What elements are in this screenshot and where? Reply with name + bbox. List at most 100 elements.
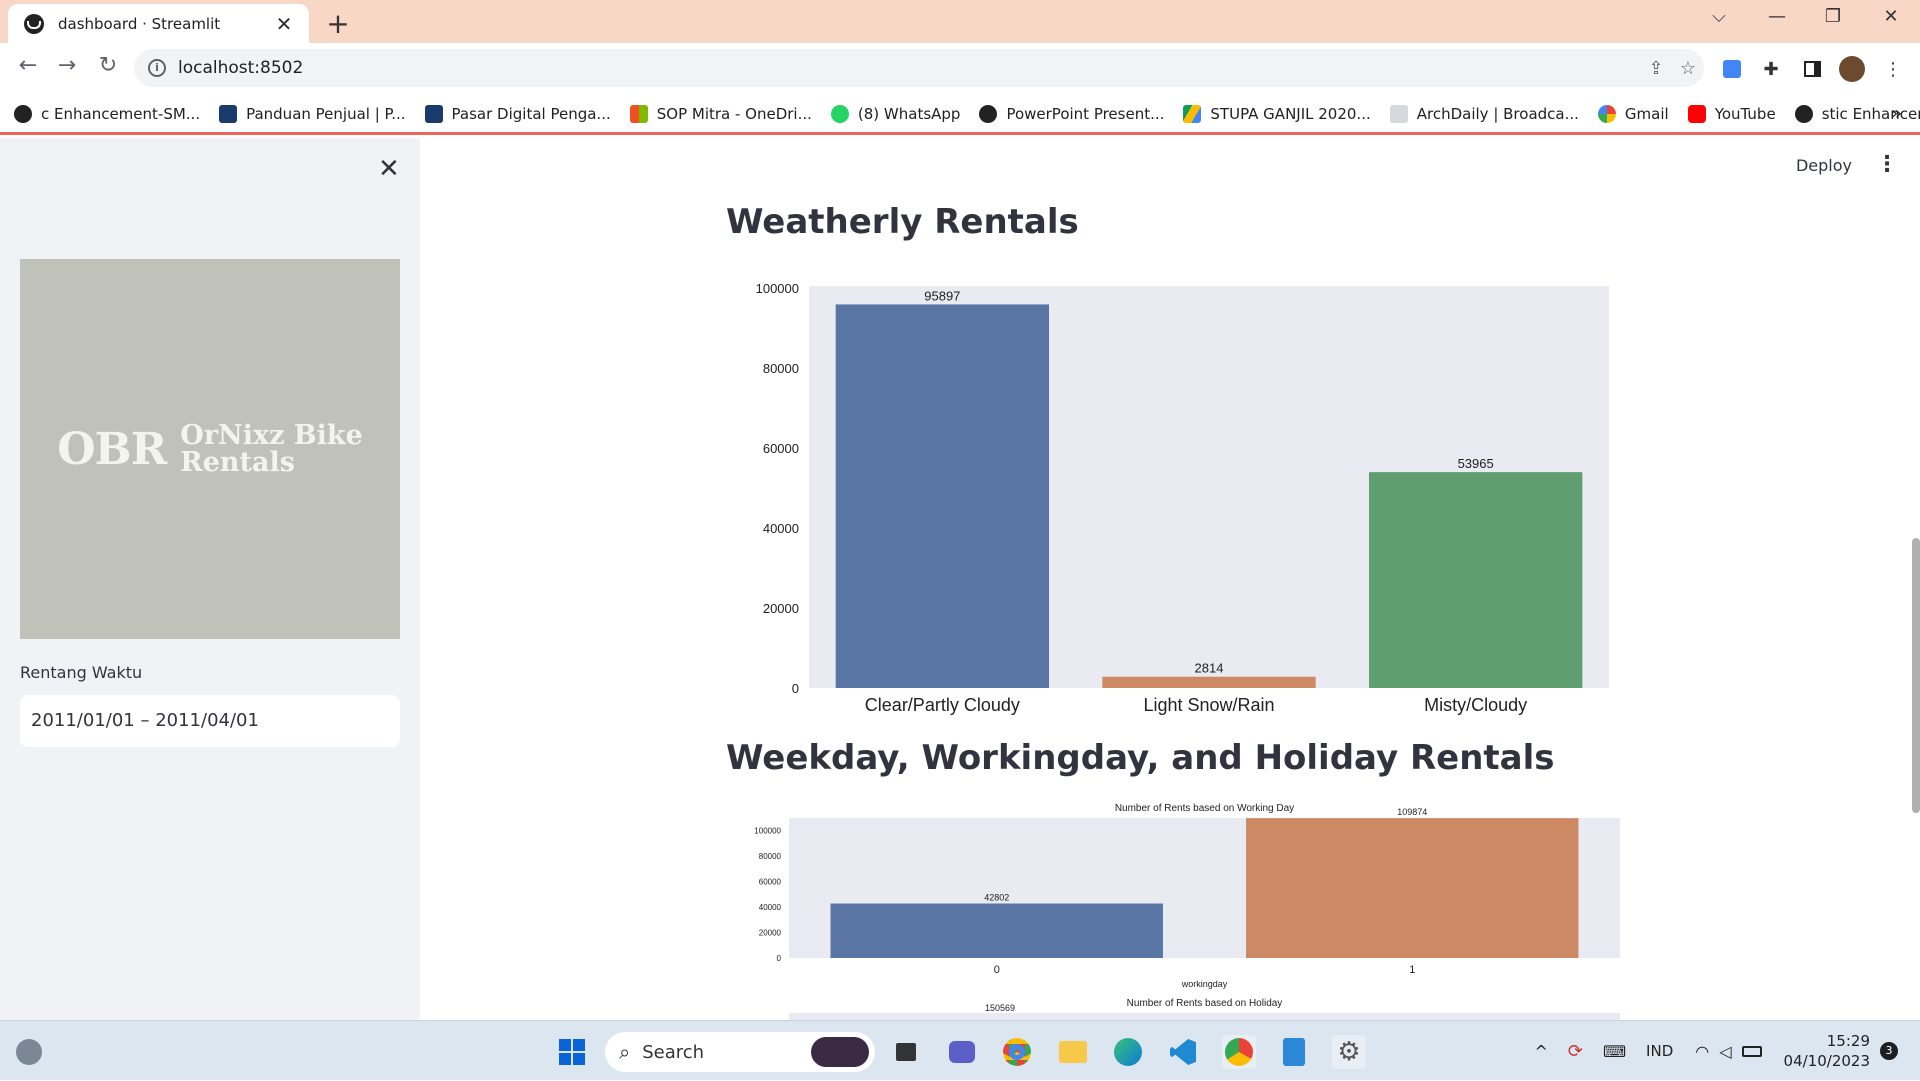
bar — [1369, 472, 1583, 688]
forward-button[interactable]: → — [52, 53, 82, 78]
back-button[interactable]: ← — [13, 53, 43, 78]
bookmark-item[interactable]: STUPA GANJIL 2020... — [1183, 104, 1371, 123]
notepad-icon[interactable] — [1277, 1035, 1311, 1069]
tab-title: dashboard · Streamlit — [58, 14, 221, 33]
weather-section-title: Weatherly Rentals — [726, 202, 1079, 242]
sync-icon[interactable]: ⟳ — [1568, 1041, 1583, 1062]
tab-search-chevron-icon[interactable]: ⌵ — [1699, 6, 1739, 27]
bookmark-item[interactable]: SOP Mitra - OneDri... — [629, 104, 812, 123]
whatsapp-favicon-icon — [830, 104, 849, 123]
task-view-icon[interactable] — [889, 1035, 923, 1069]
y-tick-label: 60000 — [759, 878, 782, 887]
share-icon[interactable]: ⇪ — [1640, 58, 1672, 79]
profile-avatar[interactable] — [1838, 55, 1866, 83]
new-tab-button[interactable]: + — [323, 7, 353, 40]
browser-menu-icon[interactable]: ⋮ — [1879, 55, 1907, 83]
bookmark-item[interactable]: ArchDaily | Broadca... — [1389, 104, 1579, 123]
address-bar[interactable]: i localhost:8502 ⇪ ☆ — [134, 49, 1704, 87]
chrome-active-icon[interactable] — [1222, 1035, 1256, 1069]
x-tick-label: Clear/Partly Cloudy — [865, 695, 1020, 715]
weather-bar-chart: 0 20000 40000 60000 80000 100000 95897 Clear/Pa… — [756, 281, 1609, 715]
streamlit-favicon-icon — [24, 13, 44, 34]
bookmark-star-icon[interactable]: ☆ — [1672, 58, 1704, 79]
taskbar-clock[interactable]: 15:29 04/10/2023 — [1784, 1031, 1870, 1071]
main-menu-icon[interactable]: ⋮ — [1876, 152, 1898, 177]
settings-gear-icon[interactable]: ⚙ — [1332, 1035, 1366, 1069]
date-range-input[interactable]: 2011/01/01 – 2011/04/01 — [20, 695, 400, 747]
extensions-puzzle-icon[interactable]: ✚ — [1757, 55, 1785, 83]
bar-data-label: 95897 — [924, 288, 960, 303]
search-highlight-icon — [811, 1037, 869, 1067]
y-tick-label: 0 — [777, 954, 782, 963]
site-info-icon[interactable]: i — [148, 59, 166, 77]
x-tick-label: 0 — [994, 964, 1000, 976]
y-tick-label: 20000 — [759, 929, 782, 938]
translate-extension-icon[interactable] — [1718, 55, 1746, 83]
show-hidden-icons-chevron-icon[interactable]: ^ — [1534, 1042, 1547, 1061]
google-favicon-icon — [1597, 104, 1616, 123]
close-window-button[interactable]: ✕ — [1871, 6, 1911, 27]
chrome-icon[interactable] — [1000, 1035, 1034, 1069]
battery-icon[interactable] — [1741, 1045, 1762, 1057]
bookmark-item[interactable]: Gmail — [1597, 104, 1669, 123]
bookmark-item[interactable]: (8) WhatsApp — [830, 104, 960, 123]
taskbar-search[interactable]: ⌕ Search — [605, 1032, 875, 1072]
x-tick-label: Misty/Cloudy — [1424, 695, 1527, 715]
x-axis-label: workingday — [1181, 979, 1228, 989]
teams-icon[interactable] — [945, 1035, 979, 1069]
browser-tab[interactable]: dashboard · Streamlit ✕ — [8, 4, 309, 43]
deploy-button[interactable]: Deploy — [1796, 156, 1852, 175]
bookmarks-overflow-icon[interactable]: » — [1891, 103, 1902, 124]
y-tick-label: 20000 — [763, 601, 799, 616]
widgets-icon[interactable] — [12, 1035, 46, 1069]
bookmark-item[interactable]: Pasar Digital Penga... — [424, 104, 611, 123]
main-scrollbar[interactable] — [1912, 538, 1920, 813]
weekday-section-title: Weekday, Workingday, and Holiday Rentals — [726, 738, 1555, 778]
bar-data-label: 2814 — [1195, 661, 1224, 676]
bar — [835, 304, 1049, 688]
bar — [1102, 676, 1316, 688]
input-language[interactable]: IND — [1646, 1042, 1673, 1060]
edge-icon[interactable] — [1111, 1035, 1145, 1069]
bar-data-label: 150569 — [985, 1003, 1015, 1013]
windows-taskbar: ⌕ Search ⚙ ^ ⟳ ⌨ IND ◠ ◁ 15:29 04/10/202… — [0, 1020, 1920, 1080]
bookmark-favicon-icon — [1389, 104, 1408, 123]
bookmark-favicon-icon — [219, 104, 238, 123]
date-range-label: Rentang Waktu — [20, 663, 143, 682]
file-explorer-icon[interactable] — [1056, 1035, 1090, 1069]
bookmark-favicon-icon — [424, 104, 443, 123]
windows-start-icon[interactable] — [555, 1035, 589, 1069]
bookmark-item[interactable]: Panduan Penjual | P... — [219, 104, 406, 123]
clock-time: 15:29 — [1826, 1032, 1870, 1050]
bar-data-label: 109874 — [1397, 807, 1427, 817]
x-tick-label: 1 — [1409, 964, 1415, 976]
y-tick-label: 40000 — [759, 903, 782, 912]
plot-background — [789, 1013, 1620, 1020]
brand-logo: OBR OrNixz Bike Rentals — [20, 259, 400, 639]
google-drive-favicon-icon — [1183, 104, 1202, 123]
tab-close-icon[interactable]: ✕ — [273, 12, 295, 36]
volume-icon[interactable]: ◁ — [1719, 1042, 1731, 1061]
sidebar-close-icon[interactable]: ✕ — [378, 154, 400, 184]
search-icon: ⌕ — [619, 1040, 631, 1064]
restore-button[interactable]: ❐ — [1813, 6, 1853, 27]
reload-button[interactable]: ↻ — [93, 53, 123, 78]
notification-badge[interactable]: 3 — [1880, 1042, 1898, 1060]
microsoft-favicon-icon — [629, 104, 648, 123]
system-tray: ^ ⟳ ⌨ IND ◠ ◁ 15:29 04/10/2023 3 — [1534, 1021, 1920, 1081]
bar-data-label: 53965 — [1458, 456, 1494, 471]
bookmark-item[interactable]: c Enhancement-SM... — [14, 104, 200, 123]
y-tick-label: 40000 — [763, 521, 799, 536]
bookmark-favicon-icon — [1794, 104, 1813, 123]
minimize-button[interactable]: — — [1757, 6, 1797, 27]
bookmark-item[interactable]: YouTube — [1687, 104, 1776, 123]
bookmark-item[interactable]: PowerPoint Present... — [979, 104, 1164, 123]
side-panel-icon[interactable] — [1798, 55, 1826, 83]
vscode-icon[interactable] — [1166, 1035, 1200, 1069]
keyboard-icon[interactable]: ⌨ — [1603, 1042, 1626, 1061]
logo-monogram: OBR — [57, 423, 167, 475]
browser-tab-bar: dashboard · Streamlit ✕ + ⌵ — ❐ ✕ — [0, 0, 1920, 43]
bar-data-label: 42802 — [984, 893, 1009, 903]
bar — [1246, 818, 1579, 958]
wifi-icon[interactable]: ◠ — [1695, 1042, 1709, 1061]
